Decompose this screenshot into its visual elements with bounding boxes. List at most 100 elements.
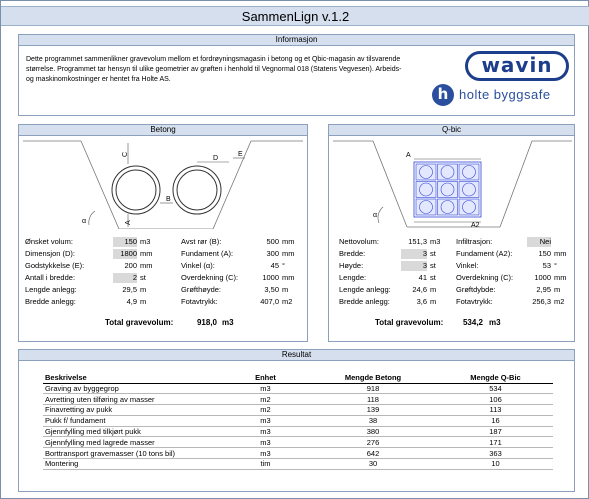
betong-left-value[interactable]: 150 [113, 237, 137, 247]
qbic-right-value: 150 [538, 249, 551, 258]
qbic-right-value[interactable]: Nei [527, 237, 551, 247]
cell-qbic: 534 [438, 383, 553, 395]
cell-betong: 276 [308, 436, 438, 449]
betong-left-unit: m [140, 285, 147, 294]
cell-enhet: m3 [223, 426, 308, 438]
cell-enhet: m3 [223, 436, 308, 449]
qbic-left-label: Bredde: [339, 249, 366, 258]
info-text: Dette programmet sammenlikner gravevolum… [26, 56, 402, 83]
cell-enhet: m2 [223, 404, 308, 416]
qbic-label-alpha: α [373, 212, 377, 219]
qbic-right-value: 256,3 [532, 297, 551, 306]
label-a: A [125, 220, 132, 225]
qbic-block [415, 181, 437, 198]
cell-enhet: m2 [223, 393, 308, 406]
table-row: Pukk f/ fundament m3 38 16 [43, 415, 553, 427]
betong-right-unit: ° [282, 261, 285, 270]
betong-left-label: Antall i bredde: [25, 273, 76, 282]
qbic-left-value[interactable]: 3 [401, 249, 427, 259]
qbic-right-unit: ° [554, 261, 557, 270]
betong-total-value: 918,0 [196, 318, 217, 327]
table-row: Montering tim 30 10 [43, 458, 553, 470]
qbic-label-a: A [406, 152, 411, 159]
qbic-left-value: 151,3 [408, 237, 427, 246]
holte-logo-text: holte byggsafe [459, 87, 551, 102]
betong-right-unit: mm [282, 273, 295, 282]
qbic-block [437, 163, 458, 181]
betong-right-unit: m2 [282, 297, 293, 306]
qbic-right-label: Fundament (A2): [456, 249, 513, 258]
betong-left-value[interactable]: 2 [113, 273, 137, 283]
betong-left-unit: m [140, 297, 147, 306]
betong-right-value: 500 [266, 237, 279, 246]
qbic-left-label: Nettovolum: [339, 237, 380, 246]
info-header: Informasjon [19, 35, 574, 46]
qbic-panel: Q-bic A A2 α Nettovolum: 151,3 m3 Bredde: 3 s… [328, 124, 575, 342]
qbic-right-unit: mm [554, 273, 567, 282]
cell-qbic: 363 [438, 447, 553, 460]
betong-right-label: Grøfthøyde: [181, 285, 222, 294]
qbic-right-label: Fotavtrykk: [456, 297, 493, 306]
col-mengde-betong: Mengde Betong [308, 372, 438, 384]
betong-header: Betong [19, 125, 307, 136]
qbic-left-unit: m [430, 285, 437, 294]
betong-right-label: Overdekning (C): [181, 273, 239, 282]
qbic-block [458, 181, 480, 198]
cell-qbic: 106 [438, 393, 553, 406]
cell-beskrivelse: Montering [43, 458, 223, 470]
qbic-block [415, 163, 437, 181]
cell-beskrivelse: Graving av byggegrop [43, 383, 223, 395]
betong-left-value: 4,9 [126, 297, 137, 306]
cell-qbic: 16 [438, 415, 553, 427]
betong-left-label: Lengde anlegg: [25, 285, 77, 294]
cell-betong: 139 [308, 404, 438, 416]
table-row: Gjennfylling med tilkjørt pukk m3 380 187 [43, 426, 553, 438]
cell-beskrivelse: Pukk f/ fundament [43, 415, 223, 427]
qbic-block [437, 198, 458, 216]
label-e: E [238, 151, 243, 158]
qbic-right-unit: mm [554, 249, 567, 258]
label-d: D [213, 155, 218, 162]
betong-right-label: Vinkel (α): [181, 261, 215, 270]
betong-total-label: Total gravevolum: [105, 318, 174, 327]
cell-betong: 118 [308, 393, 438, 406]
cell-qbic: 171 [438, 436, 553, 449]
qbic-right-label: Overdekning (C): [456, 273, 514, 282]
betong-left-value[interactable]: 1800 [113, 249, 137, 259]
betong-left-label: Bredde anlegg: [25, 297, 76, 306]
betong-right-unit: mm [282, 249, 295, 258]
betong-right-value: 45 [270, 261, 279, 270]
result-table: Beskrivelse Enhet Mengde Betong Mengde Q… [43, 372, 553, 470]
qbic-left-unit: st [430, 273, 436, 282]
holte-logo-icon: h [432, 84, 454, 106]
cell-beskrivelse: Finavretting av pukk [43, 404, 223, 416]
cell-betong: 642 [308, 447, 438, 460]
table-row: Borttransport gravemasser (10 tons bil) m… [43, 447, 553, 460]
betong-left-value: 29,5 [122, 285, 137, 294]
result-header-row: Beskrivelse Enhet Mengde Betong Mengde Q… [43, 372, 553, 384]
table-row: Finavretting av pukk m2 139 113 [43, 404, 553, 416]
col-mengde-qbic: Mengde Q-Bic [438, 372, 553, 384]
qbic-left-label: Høyde: [339, 261, 364, 270]
betong-left-label: Dimensjon (D): [25, 249, 76, 258]
qbic-left-unit: st [430, 249, 436, 258]
betong-right-value: 407,0 [260, 297, 279, 306]
cell-qbic: 187 [438, 426, 553, 438]
betong-panel: Betong C D E B A α Ønsket volum: 150 m3 Dim… [18, 124, 308, 342]
qbic-header: Q-bic [329, 125, 574, 136]
holte-logo: h holte byggsafe [432, 84, 582, 110]
betong-left-unit: m3 [140, 237, 151, 246]
cell-qbic: 10 [438, 458, 553, 470]
qbic-left-value[interactable]: 3 [401, 261, 427, 271]
qbic-total-value: 534,2 [462, 318, 483, 327]
qbic-right-label: Infiltrasjon: [456, 237, 493, 246]
betong-left-unit: st [140, 273, 146, 282]
col-beskrivelse: Beskrivelse [43, 372, 223, 384]
table-row: Avretting uten tilføring av masser m2 118 1… [43, 393, 553, 406]
qbic-block [437, 181, 458, 198]
betong-right-value: 300 [266, 249, 279, 258]
betong-right-label: Avst rør (B): [181, 237, 222, 246]
betong-right-value: 1000 [262, 273, 279, 282]
cell-betong: 918 [308, 383, 438, 395]
qbic-left-unit: m [430, 297, 437, 306]
